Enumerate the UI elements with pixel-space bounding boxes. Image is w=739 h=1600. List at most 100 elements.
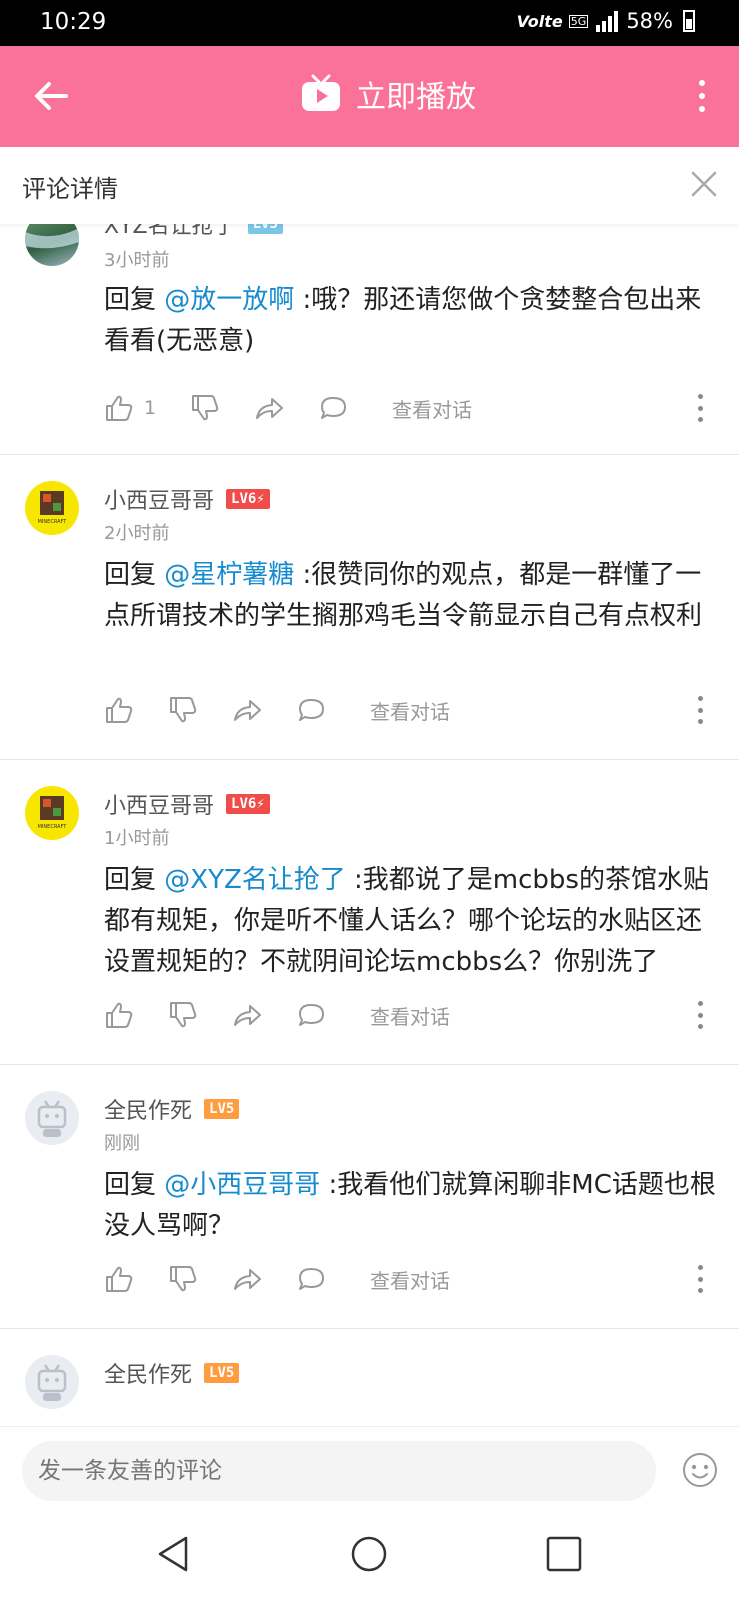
comment-item: 全民作死 LV5 刚刚 回复 @小西豆哥哥 :我看他们就算闲聊非MC话题也根没人… — [0, 1065, 739, 1329]
thumbs-down-icon — [170, 1002, 197, 1028]
comment-more-button[interactable] — [696, 394, 704, 422]
thumbs-down-icon — [192, 395, 219, 421]
signal-icon — [596, 11, 619, 32]
thumbs-up-icon — [106, 1002, 133, 1028]
view-conversation-link[interactable]: 查看对话 — [392, 394, 472, 423]
battery-percent: 58% — [626, 9, 673, 33]
comment-actions: 1 查看对话 — [104, 390, 704, 426]
status-time: 10:29 — [40, 9, 107, 35]
username[interactable]: XYZ名让抢了 — [104, 224, 236, 240]
view-conversation-link[interactable]: 查看对话 — [370, 1001, 450, 1030]
dislike-button[interactable] — [168, 1264, 198, 1294]
nav-back-icon[interactable] — [152, 1532, 196, 1576]
reply-button[interactable] — [296, 1264, 326, 1294]
thumbs-up-icon — [106, 395, 133, 421]
comment-item: 全民作死 LV5 — [0, 1329, 739, 1426]
comment-detail-header: 评论详情 — [0, 147, 739, 224]
page-title: 评论详情 — [22, 175, 118, 203]
comment-text: 回复 @XYZ名让抢了 :我都说了是mcbbs的茶馆水贴都有规矩，你是听不懂人话… — [104, 865, 709, 977]
dislike-button[interactable] — [168, 1000, 198, 1030]
level-badge: LV5 — [204, 1099, 240, 1119]
username[interactable]: 小西豆哥哥 — [104, 788, 214, 820]
comment-more-button[interactable] — [696, 1001, 704, 1029]
level-badge: LV6⚡ — [226, 794, 270, 814]
thumbs-down-icon — [170, 1266, 197, 1292]
comment-icon — [299, 1268, 324, 1290]
tv-play-icon — [302, 74, 340, 111]
close-icon[interactable] — [687, 167, 721, 201]
more-vertical-icon — [699, 79, 705, 86]
nav-home-icon[interactable] — [347, 1532, 391, 1576]
back-arrow-icon — [35, 82, 68, 110]
comment-icon — [299, 1004, 324, 1026]
thumbs-up-icon — [106, 1266, 133, 1292]
share-button[interactable] — [232, 1000, 262, 1030]
view-conversation-link[interactable]: 查看对话 — [370, 696, 450, 725]
mention-link[interactable]: @星柠薯糖 — [164, 560, 294, 590]
mention-link[interactable]: @小西豆哥哥 — [164, 1170, 320, 1200]
svg-text:MINECRAFT: MINECRAFT — [38, 519, 68, 525]
avatar[interactable] — [25, 1355, 79, 1409]
username[interactable]: 小西豆哥哥 — [104, 483, 214, 515]
mention-link[interactable]: @放一放啊 — [164, 285, 294, 315]
back-button[interactable] — [26, 71, 76, 121]
system-nav-bar — [0, 1512, 739, 1600]
level-badge: LV5 — [204, 1363, 240, 1383]
avatar[interactable] — [25, 224, 79, 266]
share-icon — [256, 398, 284, 419]
comment-time: 刚刚 — [104, 1133, 140, 1154]
comment-more-button[interactable] — [696, 696, 704, 724]
status-bar: 10:29 Volte 5G 58% — [0, 0, 739, 46]
more-options-button[interactable] — [687, 76, 717, 116]
like-button[interactable] — [104, 1000, 134, 1030]
reply-button[interactable] — [296, 695, 326, 725]
share-icon — [234, 700, 261, 721]
comment-time: 1小时前 — [104, 828, 170, 849]
emoji-icon[interactable] — [681, 1451, 719, 1489]
comment-item: MINECRAFT 小西豆哥哥 LV6⚡ 2小时前 回复 @星柠薯糖 :很赞同你… — [0, 455, 739, 760]
level-badge: LV3 — [247, 224, 283, 234]
dislike-button[interactable] — [190, 393, 220, 423]
comment-more-button[interactable] — [696, 1265, 704, 1293]
share-button[interactable] — [254, 393, 284, 423]
like-button[interactable] — [104, 1264, 134, 1294]
nav-recent-icon[interactable] — [542, 1532, 586, 1576]
dislike-button[interactable] — [168, 695, 198, 725]
thumbs-up-icon — [106, 697, 133, 723]
thumbs-down-icon — [170, 697, 197, 723]
reply-button[interactable] — [296, 1000, 326, 1030]
avatar[interactable]: MINECRAFT — [25, 481, 79, 535]
share-button[interactable] — [232, 1264, 262, 1294]
comment-item: MINECRAFT 小西豆哥哥 LV6⚡ 1小时前 回复 @XYZ名让抢了 :我… — [0, 760, 739, 1065]
avatar[interactable] — [25, 1091, 79, 1145]
comment-text: 回复 @小西豆哥哥 :我看他们就算闲聊非MC话题也根没人骂啊？ — [104, 1170, 716, 1241]
username[interactable]: 全民作死 — [104, 1093, 192, 1125]
app-bar: 立即播放 — [0, 46, 739, 147]
comment-icon — [299, 699, 324, 721]
svg-text:MINECRAFT: MINECRAFT — [38, 824, 68, 830]
reply-button[interactable] — [318, 393, 348, 423]
comment-time: 2小时前 — [104, 523, 170, 544]
battery-icon — [683, 10, 695, 32]
comment-list[interactable]: XYZ名让抢了 LV3 3小时前 回复 @放一放啊 :哦？那还请您做个贪婪整合包… — [0, 224, 739, 1426]
status-indicators: Volte 5G 58% — [517, 9, 695, 33]
like-button[interactable] — [104, 695, 134, 725]
comment-icon — [321, 397, 347, 419]
share-icon — [234, 1269, 261, 1290]
comment-actions: 查看对话 — [104, 692, 704, 728]
mention-link[interactable]: @XYZ名让抢了 — [164, 865, 346, 895]
share-icon — [234, 1005, 261, 1026]
comment-input[interactable] — [22, 1441, 656, 1501]
view-conversation-link[interactable]: 查看对话 — [370, 1265, 450, 1294]
comment-text: 回复 @放一放啊 :哦？那还请您做个贪婪整合包出来看看(无恶意) — [104, 285, 702, 356]
comment-time: 3小时前 — [104, 250, 170, 271]
share-button[interactable] — [232, 695, 262, 725]
network-indicator: 5G — [568, 14, 589, 28]
play-now-button[interactable]: 立即播放 — [300, 72, 476, 116]
avatar[interactable]: MINECRAFT — [25, 786, 79, 840]
username[interactable]: 全民作死 — [104, 1357, 192, 1389]
comment-text: 回复 @星柠薯糖 :很赞同你的观点，都是一群懂了一点所谓技术的学生搁那鸡毛当令箭… — [104, 560, 703, 631]
play-now-label: 立即播放 — [356, 80, 476, 115]
comment-input-bar — [0, 1426, 739, 1512]
like-button[interactable]: 1 — [104, 393, 156, 423]
